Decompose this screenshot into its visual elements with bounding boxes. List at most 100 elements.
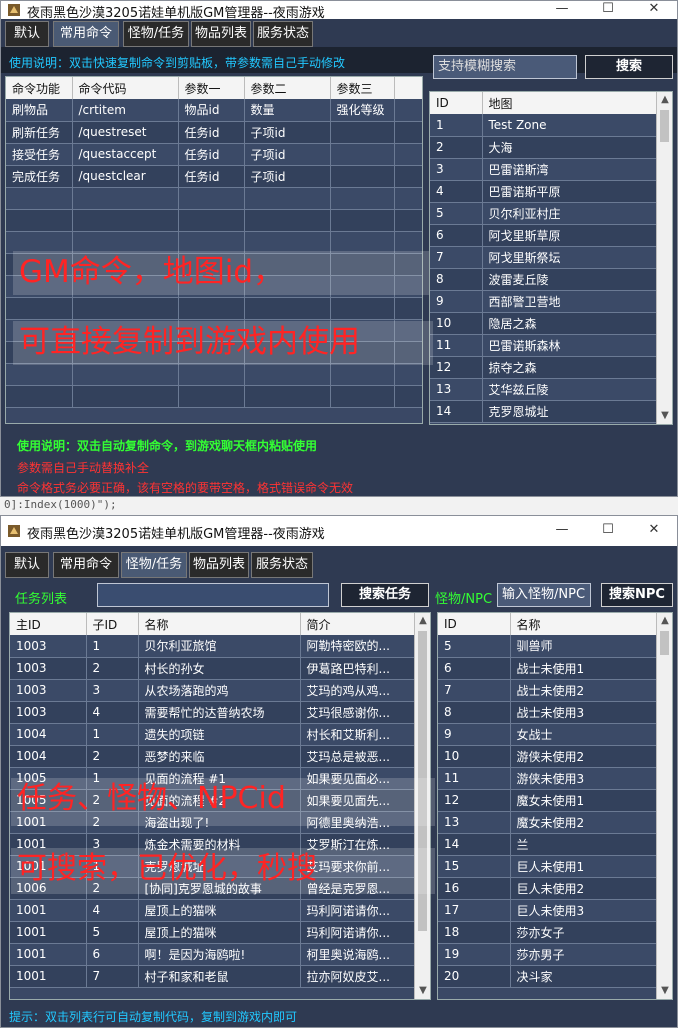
map-table-header: ID 地图 bbox=[430, 92, 659, 114]
table-row[interactable]: 1004 1 遗失的项链 村长和艾斯利... bbox=[10, 723, 417, 746]
col-header[interactable]: 简介 bbox=[300, 613, 417, 635]
table-row[interactable]: 9 西部警卫营地 bbox=[430, 290, 659, 313]
table-row[interactable]: 2 大海 bbox=[430, 136, 659, 159]
table-row[interactable]: 1001 4 屋顶上的猫咪 玛利阿诺请你... bbox=[10, 899, 417, 922]
tab-item-list[interactable]: 物品列表 bbox=[191, 21, 251, 47]
tab-default[interactable]: 默认 bbox=[5, 552, 49, 578]
col-header[interactable]: 命令代码 bbox=[72, 77, 179, 99]
scroll-up-icon[interactable]: ▲ bbox=[657, 613, 672, 629]
table-cell: 屋顶上的猫咪 bbox=[138, 921, 301, 944]
table-row[interactable]: 8 波雷麦丘陵 bbox=[430, 268, 659, 291]
scroll-up-icon[interactable]: ▲ bbox=[415, 613, 430, 629]
table-cell: 强化等级 bbox=[330, 99, 395, 122]
tab-default[interactable]: 默认 bbox=[5, 21, 49, 47]
table-row[interactable]: 1001 7 村子和家和老鼠 拉亦阿奴皮艾... bbox=[10, 965, 417, 988]
col-header[interactable]: 名称 bbox=[138, 613, 301, 635]
table-row[interactable]: 接受任务/questaccept 任务id 子项id bbox=[6, 143, 422, 166]
table-row[interactable]: 10 游侠未使用2 bbox=[438, 745, 659, 768]
table-cell: 物品id bbox=[178, 99, 245, 122]
table-row[interactable]: 12 掠夺之森 bbox=[430, 356, 659, 379]
tab-monster-quest[interactable]: 怪物/任务 bbox=[123, 21, 189, 47]
title-bar[interactable]: 夜雨黑色沙漠3205诺娃单机版GM管理器--夜雨游戏 — ☐ ✕ bbox=[1, 1, 677, 21]
search-npc-button[interactable]: 搜索NPC bbox=[601, 583, 673, 607]
table-row[interactable]: 完成任务/questclear 任务id 子项id bbox=[6, 165, 422, 188]
table-row[interactable]: 17 巨人未使用3 bbox=[438, 899, 659, 922]
col-header[interactable]: 参数二 bbox=[244, 77, 331, 99]
minimize-button[interactable]: — bbox=[539, 516, 585, 546]
tab-item-list[interactable]: 物品列表 bbox=[189, 552, 249, 578]
table-row[interactable]: 1003 4 需要帮忙的达普纳农场 艾玛很感谢你... bbox=[10, 701, 417, 724]
table-row[interactable]: 8 战士未使用3 bbox=[438, 701, 659, 724]
table-row[interactable]: 14 兰 bbox=[438, 833, 659, 856]
command-table[interactable]: 命令功能 命令代码 参数一 参数二 参数三 刷物品/crtitem 物品id 数量强… bbox=[5, 76, 423, 424]
map-scrollbar[interactable]: ▲ ▼ bbox=[656, 92, 672, 424]
col-header[interactable]: 子ID bbox=[86, 613, 139, 635]
table-row[interactable]: 7 战士未使用2 bbox=[438, 679, 659, 702]
table-row[interactable]: 10 隐居之森 bbox=[430, 312, 659, 335]
table-row[interactable]: 11 游侠未使用3 bbox=[438, 767, 659, 790]
table-row[interactable]: 9 女战士 bbox=[438, 723, 659, 746]
table-row[interactable]: 12 魔女未使用1 bbox=[438, 789, 659, 812]
tab-common-commands[interactable]: 常用命令 bbox=[53, 21, 119, 47]
table-row[interactable]: 3 巴雷诺斯湾 bbox=[430, 158, 659, 181]
table-row[interactable]: 1003 2 村长的孙女 伊葛路巴特利... bbox=[10, 657, 417, 680]
table-row[interactable]: 13 艾华兹丘陵 bbox=[430, 378, 659, 401]
scroll-down-icon[interactable]: ▼ bbox=[657, 408, 672, 424]
table-row[interactable]: 18 莎亦女子 bbox=[438, 921, 659, 944]
search-quest-button[interactable]: 搜索任务 bbox=[341, 583, 429, 607]
scroll-thumb[interactable] bbox=[660, 110, 669, 142]
table-row[interactable]: 1003 3 从农场落跑的鸡 艾玛的鸡从鸡... bbox=[10, 679, 417, 702]
tab-monster-quest[interactable]: 怪物/任务 bbox=[121, 552, 187, 578]
table-row[interactable]: 11 巴雷诺斯森林 bbox=[430, 334, 659, 357]
tab-common-commands[interactable]: 常用命令 bbox=[53, 552, 119, 578]
table-cell: 20 bbox=[438, 965, 511, 988]
table-row[interactable]: 5 驯兽师 bbox=[438, 635, 659, 658]
table-row[interactable]: 7 阿戈里斯祭坛 bbox=[430, 246, 659, 269]
title-bar[interactable]: 夜雨黑色沙漠3205诺娃单机版GM管理器--夜雨游戏 — ☐ ✕ bbox=[1, 516, 677, 546]
table-row[interactable]: 1 Test Zone bbox=[430, 114, 659, 137]
table-row[interactable]: 刷新任务/questreset 任务id 子项id bbox=[6, 121, 422, 144]
search-button[interactable]: 搜索 bbox=[585, 55, 673, 79]
table-row[interactable]: 6 阿戈里斯草原 bbox=[430, 224, 659, 247]
minimize-button[interactable]: — bbox=[539, 1, 585, 19]
maximize-button[interactable]: ☐ bbox=[585, 516, 631, 546]
tab-server-status[interactable]: 服务状态 bbox=[253, 21, 313, 47]
table-row[interactable]: 刷物品/crtitem 物品id 数量 强化等级 bbox=[6, 99, 422, 122]
table-row[interactable]: 5 贝尔利亚村庄 bbox=[430, 202, 659, 225]
table-row[interactable]: 1001 5 屋顶上的猫咪 玛利阿诺请你... bbox=[10, 921, 417, 944]
table-row[interactable]: 4 巴雷诺斯平原 bbox=[430, 180, 659, 203]
table-row[interactable]: 20 决斗家 bbox=[438, 965, 659, 988]
table-row[interactable]: 1004 2 恶梦的来临 艾玛总是被恶... bbox=[10, 745, 417, 768]
col-header[interactable]: 参数一 bbox=[178, 77, 245, 99]
npc-scrollbar[interactable]: ▲ ▼ bbox=[656, 613, 672, 999]
close-button[interactable]: ✕ bbox=[631, 516, 677, 546]
npc-search-input[interactable]: 输入怪物/NPC bbox=[497, 583, 591, 607]
maximize-button[interactable]: ☐ bbox=[585, 1, 631, 19]
table-row[interactable]: 6 战士未使用1 bbox=[438, 657, 659, 680]
scroll-up-icon[interactable]: ▲ bbox=[657, 92, 672, 108]
npc-table[interactable]: ID 名称 5 驯兽师 6 战士未使用1 7 战士未使用2 8 战士未使用3 9 女战士 10 游侠未… bbox=[437, 612, 673, 1000]
col-header[interactable]: 地图 bbox=[482, 92, 659, 114]
table-row[interactable]: 13 魔女未使用2 bbox=[438, 811, 659, 834]
map-search-input[interactable]: 支持模糊搜索 bbox=[433, 55, 577, 79]
map-table[interactable]: ID 地图 1 Test Zone 2 大海 3 巴雷诺斯湾 4 巴雷诺斯平原 5 贝尔利亚村庄 6… bbox=[429, 91, 673, 425]
col-header[interactable]: 主ID bbox=[10, 613, 87, 635]
table-row[interactable]: 1001 6 啊！是因为海鸥啦! 柯里奥说海鸥... bbox=[10, 943, 417, 966]
close-button[interactable]: ✕ bbox=[631, 1, 677, 19]
scroll-down-icon[interactable]: ▼ bbox=[415, 983, 430, 999]
col-header[interactable]: 名称 bbox=[510, 613, 659, 635]
col-header[interactable]: 参数三 bbox=[330, 77, 395, 99]
col-header[interactable]: 命令功能 bbox=[6, 77, 73, 99]
scroll-down-icon[interactable]: ▼ bbox=[657, 983, 672, 999]
table-row[interactable]: 16 巨人未使用2 bbox=[438, 877, 659, 900]
table-row[interactable]: 15 巨人未使用1 bbox=[438, 855, 659, 878]
table-row[interactable]: 19 莎亦男子 bbox=[438, 943, 659, 966]
scroll-thumb[interactable] bbox=[660, 631, 669, 655]
table-row[interactable]: 14 克罗恩城址 bbox=[430, 400, 659, 423]
table-cell: 1001 bbox=[10, 943, 87, 966]
table-row[interactable]: 1003 1 贝尔利亚旅馆 阿勒特密欧的... bbox=[10, 635, 417, 658]
col-header[interactable]: ID bbox=[430, 92, 483, 114]
tab-server-status[interactable]: 服务状态 bbox=[251, 552, 313, 578]
col-header[interactable]: ID bbox=[438, 613, 511, 635]
quest-search-input[interactable] bbox=[97, 583, 329, 607]
